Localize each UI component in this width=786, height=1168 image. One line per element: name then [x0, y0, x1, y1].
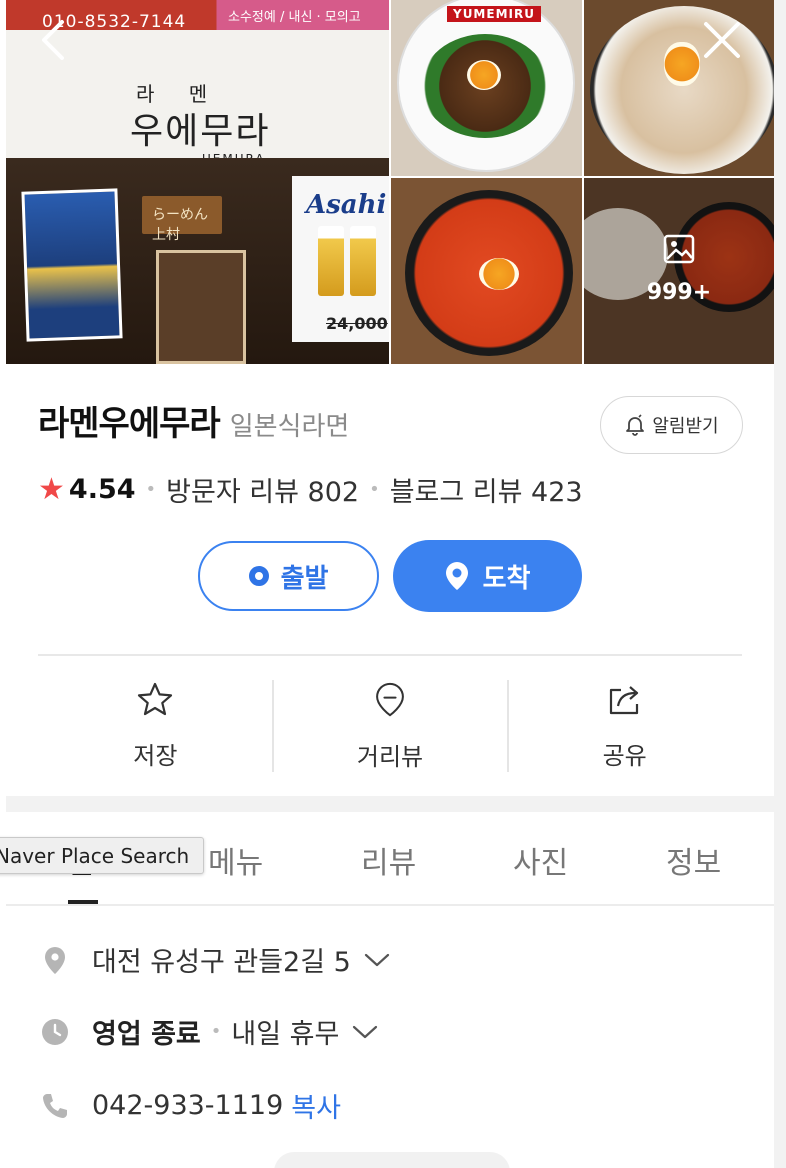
blog-review-link[interactable]: 블로그 리뷰 423 — [390, 470, 583, 509]
sign-subtitle-text: 소수정예 / 내신 · 모의고 — [228, 10, 361, 25]
separator-dot: • — [210, 1021, 222, 1042]
food-photo[interactable]: YUMEMIRU — [391, 0, 582, 176]
street-view-button[interactable]: 거리뷰 — [273, 680, 508, 772]
visitor-review-link[interactable]: 방문자 리뷰 802 — [166, 470, 359, 509]
menu-poster — [21, 188, 123, 342]
arrive-button[interactable]: 도착 — [393, 540, 582, 612]
beer-poster: Asahi 24,000 — [292, 176, 389, 342]
arrive-label: 도착 — [482, 563, 531, 594]
share-button[interactable]: 공유 — [507, 680, 742, 772]
tooltip: Naver Place Search — [0, 837, 204, 874]
photo-gallery[interactable]: 010-8532-7144 소수정예 / 내신 · 모의고 라 멘 우에무라 U… — [6, 0, 774, 364]
divider — [38, 654, 742, 656]
place-category: 일본식라면 — [229, 412, 350, 442]
egg-image — [479, 258, 519, 290]
save-label: 저장 — [133, 742, 178, 770]
separator-dot: • — [145, 479, 157, 500]
chevron-left-icon[interactable] — [36, 18, 76, 62]
egg-yolk-image — [467, 60, 501, 90]
shop-noren: らーめん 上村 — [142, 196, 222, 243]
divider — [6, 904, 774, 906]
hours-status: 영업 종료 — [92, 1019, 201, 1050]
rating-star-icon: ★ — [38, 472, 65, 507]
place-panel: 010-8532-7144 소수정예 / 내신 · 모의고 라 멘 우에무라 U… — [6, 0, 774, 1168]
food-photo[interactable] — [584, 0, 774, 176]
beer-glass — [350, 226, 376, 296]
sign-korean-name: 우에무라 — [130, 111, 271, 152]
depart-button[interactable]: 출발 — [198, 541, 379, 611]
more-info-button[interactable] — [274, 1152, 510, 1168]
street-view-label: 거리뷰 — [356, 743, 424, 771]
copy-phone-button[interactable]: 복사 — [291, 1086, 341, 1125]
chevron-down-icon[interactable] — [363, 951, 391, 969]
separator-dot: • — [369, 479, 380, 500]
action-bar: 저장 거리뷰 공유 — [38, 680, 742, 772]
place-name: 라멘우에무라 — [38, 404, 221, 444]
origin-dot-icon — [248, 566, 269, 586]
rating-row: ★ 4.54 • 방문자 리뷰 802 • 블로그 리뷰 423 — [38, 470, 583, 509]
phone-icon — [43, 1093, 67, 1118]
beer-poster-logo: Asahi — [306, 190, 387, 220]
share-icon — [609, 686, 638, 715]
egg-image — [664, 42, 700, 86]
shop-door — [156, 250, 246, 364]
address-text: 대전 유성구 관들2길 5 — [92, 947, 351, 978]
save-button[interactable]: 저장 — [38, 680, 273, 772]
share-label: 공유 — [602, 742, 647, 770]
notify-button[interactable]: 알림받기 — [600, 396, 743, 454]
phone-number[interactable]: 042-933-1119 — [92, 1090, 283, 1121]
rating-value: 4.54 — [68, 474, 136, 505]
tab-photo[interactable]: 사진 — [513, 838, 568, 882]
tab-menu[interactable]: 메뉴 — [208, 838, 263, 882]
noren-text: らーめん 上村 — [152, 207, 208, 243]
clock-icon — [42, 1018, 68, 1045]
star-outline-icon — [138, 682, 173, 716]
more-photos-count: 999+ — [646, 280, 712, 305]
depart-label: 출발 — [280, 563, 329, 594]
bell-icon — [626, 414, 645, 436]
divider — [507, 680, 509, 772]
notify-label: 알림받기 — [652, 416, 719, 437]
phone-row: 042-933-1119 복사 — [40, 1086, 341, 1125]
window-edge — [774, 0, 786, 1168]
hours-row[interactable]: 영업 종료 • 내일 휴무 — [40, 1012, 379, 1051]
divider — [272, 680, 274, 772]
tab-info[interactable]: 정보 — [666, 838, 721, 882]
address-row[interactable]: 대전 유성구 관들2길 5 — [40, 940, 391, 979]
image-icon — [663, 234, 695, 264]
map-pin-icon — [445, 562, 468, 590]
beer-glass — [318, 226, 344, 296]
ramen-bowl-image — [590, 6, 774, 174]
beer-poster-price: 24,000 — [326, 314, 388, 333]
tab-review[interactable]: 리뷰 — [361, 838, 416, 882]
location-icon — [45, 946, 65, 974]
more-overlay — [584, 178, 774, 364]
place-title-row: 라멘우에무라 일본식라면 — [38, 396, 349, 445]
map-pin-outline-icon — [376, 682, 404, 717]
food-photo[interactable] — [391, 178, 582, 364]
bowl-brand-text: YUMEMIRU — [447, 6, 541, 22]
close-icon[interactable] — [700, 18, 744, 62]
more-photos[interactable]: 999+ — [584, 178, 774, 364]
hours-note: 내일 휴무 — [231, 1019, 340, 1050]
chevron-down-icon[interactable] — [351, 1023, 379, 1041]
section-gap — [6, 796, 774, 812]
